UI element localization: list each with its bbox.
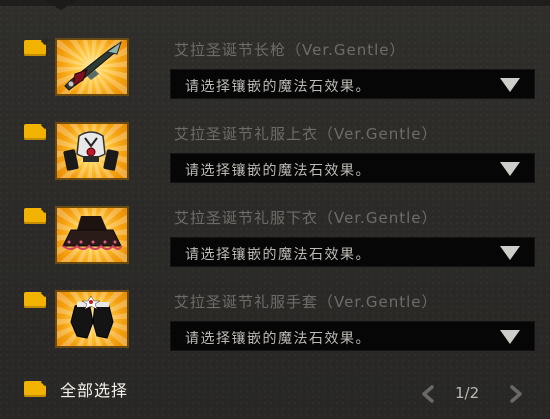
chevron-down-icon (500, 246, 520, 260)
item-thumbnail (55, 206, 129, 264)
page-indicator: 1/2 (455, 384, 480, 402)
item-thumbnail (55, 122, 129, 180)
spear-icon (64, 40, 122, 91)
select-value: 请选择镶嵌的魔法石效果。 (185, 331, 371, 347)
item-title: 艾拉圣诞节礼服手套（Ver.Gentle） (174, 293, 438, 311)
gloves-icon (70, 295, 114, 339)
magic-stone-select[interactable]: 请选择镶嵌的魔法石效果。 (170, 153, 535, 183)
item-title: 艾拉圣诞节礼服下衣（Ver.Gentle） (174, 209, 438, 227)
chevron-down-icon (500, 78, 520, 92)
item-thumbnail (55, 290, 129, 348)
select-value: 请选择镶嵌的魔法石效果。 (185, 247, 371, 263)
item-row: 艾拉圣诞节礼服下衣（Ver.Gentle） 请选择镶嵌的魔法石效果。 (0, 204, 550, 274)
item-row: 艾拉圣诞节长枪（Ver.Gentle） 请选择镶嵌的魔法石效果。 (0, 36, 550, 106)
item-title: 艾拉圣诞节礼服上衣（Ver.Gentle） (174, 125, 438, 143)
select-all-checkbox[interactable] (24, 381, 46, 397)
armor-top-icon (63, 131, 119, 171)
select-all-label[interactable]: 全部选择 (60, 377, 128, 401)
magic-stone-select[interactable]: 请选择镶嵌的魔法石效果。 (170, 237, 535, 267)
item-checkbox[interactable] (24, 208, 46, 224)
chevron-right-icon[interactable] (506, 384, 526, 404)
panel-top-border (0, 0, 550, 6)
item-checkbox[interactable] (24, 292, 46, 308)
chevron-down-icon (500, 162, 520, 176)
chevron-left-icon[interactable] (418, 384, 438, 404)
panel-tab-notch (44, 0, 78, 10)
select-value: 请选择镶嵌的魔法石效果。 (185, 163, 371, 179)
skirt-icon (62, 216, 122, 250)
item-checkbox[interactable] (24, 40, 46, 56)
item-list-panel: 艾拉圣诞节长枪（Ver.Gentle） 请选择镶嵌的魔法石效果。 艾拉圣诞节礼服… (0, 0, 550, 419)
item-title: 艾拉圣诞节长枪（Ver.Gentle） (174, 41, 406, 59)
chevron-down-icon (500, 330, 520, 344)
item-checkbox[interactable] (24, 124, 46, 140)
item-row: 艾拉圣诞节礼服手套（Ver.Gentle） 请选择镶嵌的魔法石效果。 (0, 288, 550, 358)
item-row: 艾拉圣诞节礼服上衣（Ver.Gentle） 请选择镶嵌的魔法石效果。 (0, 120, 550, 190)
magic-stone-select[interactable]: 请选择镶嵌的魔法石效果。 (170, 69, 535, 99)
select-value: 请选择镶嵌的魔法石效果。 (185, 79, 371, 95)
magic-stone-select[interactable]: 请选择镶嵌的魔法石效果。 (170, 321, 535, 351)
item-thumbnail (55, 38, 129, 96)
